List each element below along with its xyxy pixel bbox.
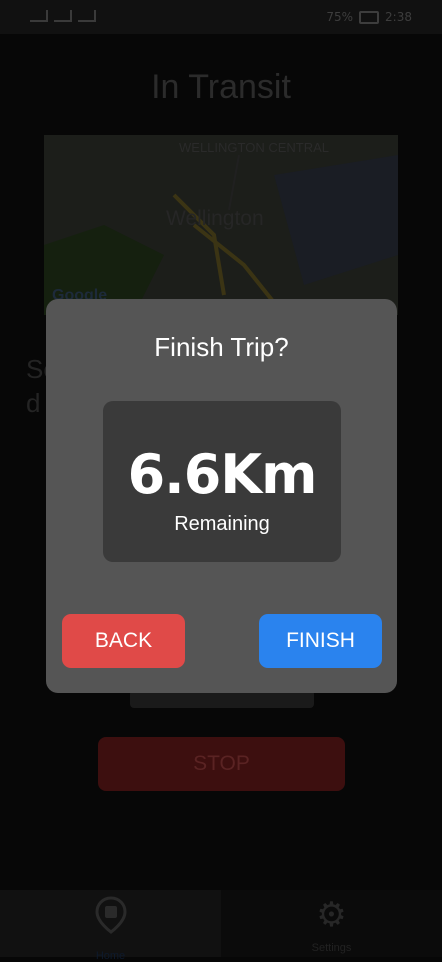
finish-button[interactable]: FINISH: [259, 614, 382, 668]
distance-card: 6.6Km Remaining: [103, 401, 341, 562]
page-title: In Transit: [151, 68, 291, 106]
finish-trip-dialog: Finish Trip? 6.6Km Remaining BACK FINISH: [46, 299, 397, 693]
nav-item-home[interactable]: Home: [0, 890, 221, 962]
clock: 2:38: [385, 10, 412, 24]
nav-item-settings[interactable]: ⚙ Settings: [221, 890, 442, 957]
gear-icon: ⚙: [316, 895, 347, 935]
map-view[interactable]: WELLINGTON CENTRAL Wellington Google: [44, 135, 398, 315]
map-label-central: WELLINGTON CENTRAL: [179, 140, 330, 155]
dialog-title: Finish Trip?: [154, 332, 289, 362]
notification-icon: [78, 10, 96, 22]
battery-percent: 75%: [326, 10, 354, 24]
bottom-navigation: Home ⚙ Settings: [0, 890, 442, 962]
nav-label-settings: Settings: [311, 942, 352, 954]
signal-icon: [30, 10, 48, 22]
status-icons-left: [30, 10, 96, 22]
map-label-city: Wellington: [166, 207, 264, 230]
distance-value: 6.6Km: [127, 443, 318, 506]
stop-button[interactable]: STOP: [98, 737, 345, 791]
bus-location-pin-icon: [94, 896, 128, 942]
battery-icon: [359, 10, 380, 24]
nav-label-home: Home: [95, 950, 126, 962]
distance-label: Remaining: [174, 513, 270, 535]
wifi-icon: [54, 10, 72, 22]
status-icons-right: 75% 2:38: [326, 10, 412, 24]
status-bar: 75% 2:38: [0, 0, 442, 34]
back-button[interactable]: BACK: [62, 614, 185, 668]
